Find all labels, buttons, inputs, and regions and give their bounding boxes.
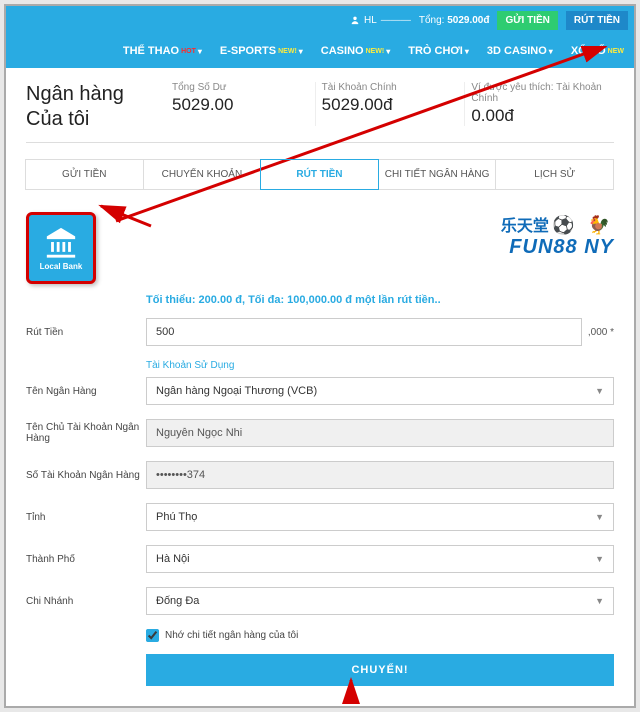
submit-button[interactable]: CHUYỂN! — [146, 654, 614, 686]
user-name: ——— — [381, 15, 411, 26]
method-label: Local Bank — [40, 262, 83, 271]
amount-input[interactable] — [146, 318, 582, 346]
balance-boxes: Tổng Số Dư5029.00Tài Khoản Chính5029.00đ… — [166, 82, 614, 126]
page-title: Ngân hàng Của tôi — [26, 82, 146, 132]
amount-suffix: ,000 * — [588, 327, 614, 338]
branch-select[interactable]: Đống Đa▼ — [146, 587, 614, 615]
row-city: Thành Phố Hà Nội▼ — [26, 545, 614, 573]
remember-checkbox[interactable] — [146, 629, 159, 642]
user-icon — [350, 15, 360, 25]
total-balance: Tổng: 5029.00đ — [419, 15, 490, 26]
app-frame: HL ——— Tổng: 5029.00đ GỬI TIỀN RÚT TIỀN … — [4, 4, 636, 708]
row-amount: Rút Tiền ,000 * — [26, 318, 614, 346]
balance-box-1: Tài Khoản Chính5029.00đ — [316, 82, 465, 126]
method-area: Local Bank 乐天堂 ⚽ 🐓 FUN88 NY — [26, 212, 614, 284]
chevron-down-icon: ▼ — [595, 554, 604, 564]
nav-item-2[interactable]: CASINONEW! ▾ — [321, 45, 390, 57]
topbar-withdraw-button[interactable]: RÚT TIỀN — [566, 11, 628, 30]
tab-lịch-sử[interactable]: LỊCH SỬ — [495, 159, 614, 190]
bank-icon — [44, 225, 78, 259]
method-local-bank[interactable]: Local Bank — [26, 212, 96, 284]
province-select[interactable]: Phú Thọ▼ — [146, 503, 614, 531]
brand-block: 乐天堂 ⚽ 🐓 FUN88 NY — [501, 212, 614, 259]
limits-text: Tối thiểu: 200.00 đ, Tối đa: 100,000.00 … — [146, 294, 614, 306]
remember-check-row[interactable]: Nhớ chi tiết ngân hàng của tôi — [146, 629, 614, 642]
account-using-link[interactable]: Tài Khoản Sử Dụng — [146, 360, 614, 371]
remember-label: Nhớ chi tiết ngân hàng của tôi — [165, 630, 298, 641]
topbar-deposit-button[interactable]: GỬI TIỀN — [497, 11, 557, 30]
tab-rút-tiền[interactable]: RÚT TIỀN — [260, 159, 379, 190]
summary-row: Ngân hàng Của tôi Tổng Số Dư5029.00Tài K… — [26, 82, 614, 143]
chevron-down-icon: ▼ — [595, 386, 604, 396]
bank-select[interactable]: Ngân hàng Ngoại Thương (VCB)▼ — [146, 377, 614, 405]
nav-item-0[interactable]: THỂ THAOHOT ▾ — [123, 45, 202, 57]
content: Ngân hàng Của tôi Tổng Số Dư5029.00Tài K… — [6, 68, 634, 706]
brand-slogan: FUN88 NY — [501, 236, 614, 259]
account-number-input — [146, 461, 614, 489]
nav-item-4[interactable]: 3D CASINO ▾ — [487, 45, 553, 57]
balance-box-0: Tổng Số Dư5029.00 — [166, 82, 315, 126]
nav-item-1[interactable]: E-SPORTSNEW! ▾ — [220, 45, 303, 57]
row-province: Tỉnh Phú Thọ▼ — [26, 503, 614, 531]
partner-logos: ⚽ 🐓 — [552, 215, 614, 235]
topbar: HL ——— Tổng: 5029.00đ GỬI TIỀN RÚT TIỀN — [6, 6, 634, 34]
chevron-down-icon: ▼ — [595, 596, 604, 606]
tab-chi-tiết-ngân-hàng[interactable]: CHI TIẾT NGÂN HÀNG — [378, 159, 497, 190]
row-branch: Chi Nhánh Đống Đa▼ — [26, 587, 614, 615]
user-prefix: HL — [364, 15, 377, 26]
holder-input — [146, 419, 614, 447]
row-bank: Tên Ngân Hàng Ngân hàng Ngoại Thương (VC… — [26, 377, 614, 405]
city-select[interactable]: Hà Nội▼ — [146, 545, 614, 573]
tab-gửi-tiền[interactable]: GỬI TIỀN — [25, 159, 144, 190]
tab-chuyển-khoản[interactable]: CHUYỂN KHOẢN — [143, 159, 262, 190]
nav-item-5[interactable]: XỔ SỐNEW — [571, 45, 624, 57]
row-holder: Tên Chủ Tài Khoản Ngân Hàng — [26, 419, 614, 447]
main-nav: THỂ THAOHOT ▾ E-SPORTSNEW! ▾ CASINONEW! ▾ T… — [6, 34, 634, 68]
amount-label: Rút Tiền — [26, 327, 146, 338]
tabs: GỬI TIỀNCHUYỂN KHOẢNRÚT TIỀNCHI TIẾT NGÂ… — [26, 159, 614, 190]
chevron-down-icon: ▼ — [595, 512, 604, 522]
brand-cn: 乐天堂 — [501, 218, 549, 235]
row-account-no: Số Tài Khoản Ngân Hàng — [26, 461, 614, 489]
balance-box-2: Ví được yêu thích: Tài Khoản Chính0.00đ — [465, 82, 614, 126]
user-info[interactable]: HL ——— — [350, 15, 411, 26]
nav-item-3[interactable]: TRÒ CHƠI ▾ — [408, 45, 469, 57]
